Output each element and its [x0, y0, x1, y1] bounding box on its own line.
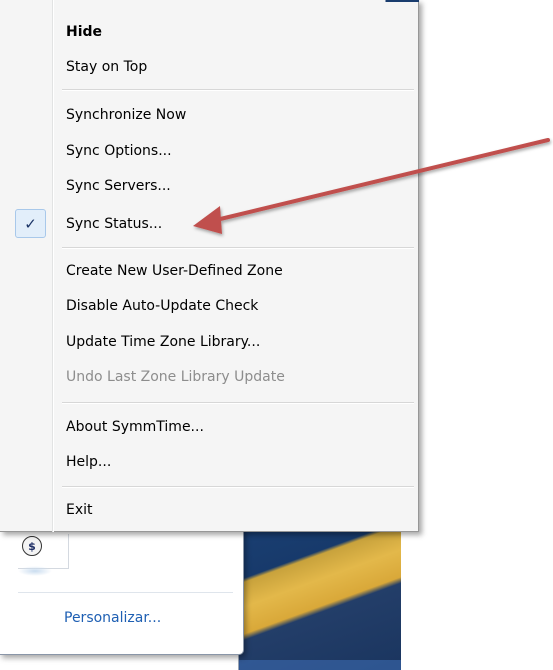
tray-icon-slot: $	[18, 534, 69, 569]
symmtime-icon-glyph: $	[28, 539, 36, 553]
tray-icon-highlight	[18, 566, 52, 576]
menu-item-label: Undo Last Zone Library Update	[66, 368, 285, 385]
menu-item-label: Disable Auto-Update Check	[66, 297, 259, 314]
menu-item-update-tz-library[interactable]: Update Time Zone Library...	[0, 324, 419, 359]
symmtime-tray-icon[interactable]: $	[22, 536, 42, 556]
menu-item-disable-auto-update[interactable]: Disable Auto-Update Check	[0, 288, 419, 323]
menu-item-hide[interactable]: Hide	[0, 14, 419, 49]
menu-item-label: Synchronize Now	[66, 106, 187, 123]
desktop-wallpaper	[238, 522, 401, 670]
menu-item-label: Help...	[66, 453, 112, 470]
menu-item-exit[interactable]: Exit	[0, 492, 419, 527]
screenshot-stage: $ Personalizar... Hide Stay on Top Synch…	[0, 0, 553, 670]
menu-item-stay-on-top[interactable]: Stay on Top	[0, 49, 419, 84]
menu-item-synchronize-now[interactable]: Synchronize Now	[0, 97, 419, 132]
tray-divider	[18, 592, 233, 593]
menu-item-sync-status[interactable]: ✓ Sync Status...	[0, 206, 419, 241]
menu-item-label: Sync Options...	[66, 142, 172, 159]
tray-overflow-panel: $ Personalizar...	[0, 525, 244, 655]
menu-item-sync-options[interactable]: Sync Options...	[0, 133, 419, 168]
menu-item-sync-servers[interactable]: Sync Servers...	[0, 168, 419, 203]
menu-separator	[62, 89, 414, 91]
menu-item-label: Sync Status...	[66, 215, 163, 232]
menu-item-undo-zone-update: Undo Last Zone Library Update	[0, 359, 419, 394]
menu-item-create-zone[interactable]: Create New User-Defined Zone	[0, 253, 419, 288]
menu-item-help[interactable]: Help...	[0, 444, 419, 479]
menu-item-label: Update Time Zone Library...	[66, 333, 261, 350]
menu-separator	[62, 486, 414, 488]
menu-item-label: Stay on Top	[66, 58, 148, 75]
menu-item-label: Sync Servers...	[66, 177, 171, 194]
checkmark-glyph: ✓	[24, 214, 37, 233]
customize-link[interactable]: Personalizar...	[64, 610, 161, 626]
menu-item-label: Exit	[66, 501, 93, 518]
symmtime-context-menu: Hide Stay on Top Synchronize Now Sync Op…	[0, 0, 419, 532]
menu-separator	[62, 247, 414, 249]
menu-separator	[62, 402, 414, 404]
menu-item-label: Create New User-Defined Zone	[66, 262, 283, 279]
menu-item-about[interactable]: About SymmTime...	[0, 409, 419, 444]
menu-item-label: Hide	[66, 23, 103, 40]
menu-item-label: About SymmTime...	[66, 418, 204, 435]
checkmark-icon: ✓	[15, 209, 46, 238]
